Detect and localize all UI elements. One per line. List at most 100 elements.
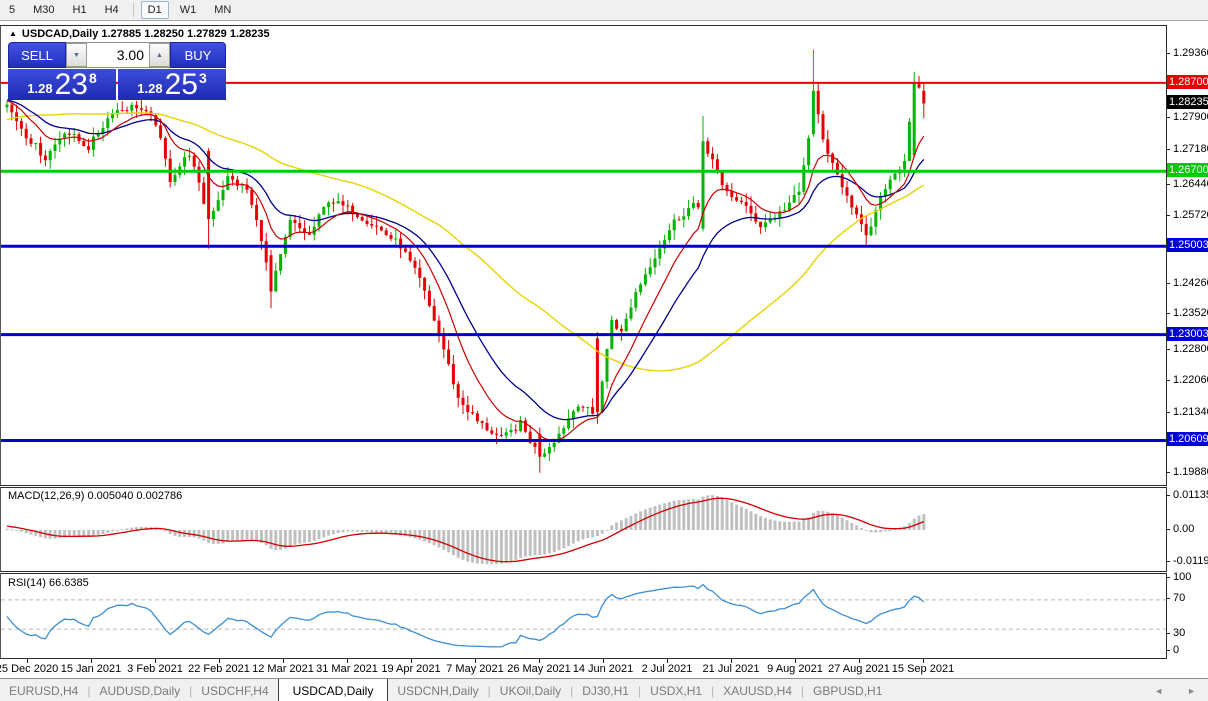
chart-tab-usdx-h1[interactable]: USDX,H1 (641, 679, 711, 701)
candle-body (673, 220, 676, 231)
chart-tab-audusd-daily[interactable]: AUDUSD,Daily (90, 679, 189, 701)
candle-body (759, 222, 762, 227)
candle-body (361, 217, 364, 221)
date-label: 26 May 2021 (507, 663, 571, 675)
candle-body (82, 141, 85, 146)
candle-body (908, 122, 911, 161)
candle-body (73, 134, 76, 135)
macd-bar (294, 530, 297, 545)
volume-input[interactable] (87, 43, 149, 67)
tab-scroll-left-button[interactable]: ◄ (1154, 679, 1163, 701)
macd-bar (697, 500, 700, 530)
tab-scroll-right-button[interactable]: ► (1187, 679, 1196, 701)
sell-price-button[interactable]: 1.28 23 8 (8, 69, 116, 100)
timeframe-button-d1[interactable]: D1 (141, 1, 169, 19)
timeframe-button-h1[interactable]: H1 (66, 1, 94, 19)
candle-body (802, 165, 805, 191)
macd-bar (476, 530, 479, 564)
candle-body (159, 125, 162, 138)
sell-price-main: 23 (55, 72, 88, 98)
volume-increase-button[interactable]: ▲ (149, 43, 170, 67)
macd-scale-label: 0.01135 (1173, 489, 1208, 501)
candle-body (44, 156, 47, 161)
chart-tab-usdcad-daily[interactable]: USDCAD,Daily (278, 679, 389, 701)
date-axis[interactable]: 25 Dec 202015 Jan 20213 Feb 202122 Feb 2… (0, 659, 1167, 677)
buy-price-prefix: 1.28 (137, 81, 162, 96)
rsi-panel[interactable] (0, 573, 1167, 659)
candle-body (812, 91, 815, 134)
candle-body (327, 203, 330, 207)
macd-bar (870, 530, 873, 532)
price-tick (1166, 53, 1170, 54)
macd-bar (610, 525, 613, 530)
chart-tab-xauusd-h4[interactable]: XAUUSD,H4 (714, 679, 801, 701)
candle-body (30, 138, 33, 144)
price-label: 1.27900 (1173, 111, 1208, 123)
candle-body (174, 175, 177, 182)
macd-label: MACD(12,26,9) 0.005040 0.002786 (8, 490, 182, 502)
macd-bar (452, 530, 455, 555)
candle-body (913, 82, 916, 155)
timeframe-button-mn[interactable]: MN (207, 1, 238, 19)
macd-bar (615, 522, 618, 530)
mt4-window: 5M30H1H4D1W1MN ▲USDCAD,Daily 1.27885 1.2… (0, 0, 1208, 701)
chart-tab-eurusd-h4[interactable]: EURUSD,H4 (0, 679, 87, 701)
macd-bar (711, 495, 714, 530)
macd-bar (553, 530, 556, 552)
macd-bar (841, 518, 844, 530)
macd-bar (846, 520, 849, 530)
chart-tab-usdcnh-daily[interactable]: USDCNH,Daily (388, 679, 487, 701)
candle-body (548, 447, 551, 453)
candle-body (265, 241, 268, 262)
candle-body (730, 191, 733, 197)
chart-tab-dj30-h1[interactable]: DJ30,H1 (573, 679, 638, 701)
macd-bar (111, 530, 114, 531)
candle-body (606, 349, 609, 382)
candle-body (438, 321, 441, 333)
macd-bar (884, 530, 887, 531)
macd-bar (73, 530, 76, 536)
macd-bar (606, 530, 609, 531)
candle-body (687, 208, 690, 216)
date-label: 27 Aug 2021 (828, 663, 890, 675)
macd-bar (6, 529, 9, 530)
candle-body (217, 200, 220, 211)
one-click-trading-panel: SELL ▼ ▲ BUY 1.28 23 8 1.28 25 3 (8, 42, 226, 100)
candle-body (145, 110, 148, 112)
macd-bar (116, 530, 119, 531)
chart-tab-ukoil-daily[interactable]: UKOil,Daily (491, 679, 570, 701)
collapse-panel-icon[interactable]: ▲ (9, 29, 17, 38)
price-axis[interactable]: 1.293601.286401.279001.271801.264401.257… (1167, 21, 1208, 661)
candle-body (188, 156, 191, 157)
buy-price-button[interactable]: 1.28 25 3 (118, 69, 226, 100)
macd-bar (548, 530, 551, 553)
volume-decrease-button[interactable]: ▼ (66, 43, 87, 67)
sell-button[interactable]: SELL (8, 42, 66, 68)
macd-bar (265, 530, 268, 545)
candle-body (10, 105, 13, 113)
candle-body (394, 239, 397, 240)
candle-body (807, 138, 810, 165)
macd-bar (438, 530, 441, 548)
candle-body (342, 201, 345, 205)
timeframe-button-h4[interactable]: H4 (98, 1, 126, 19)
candle-body (721, 172, 724, 185)
candle-body (654, 258, 657, 267)
candle-body (697, 203, 700, 207)
candle-body (793, 195, 796, 203)
buy-button[interactable]: BUY (170, 42, 226, 68)
candle-body (409, 252, 412, 261)
timeframe-button-w1[interactable]: W1 (173, 1, 204, 19)
timeframe-button-5[interactable]: 5 (2, 1, 22, 19)
candle-body (380, 227, 383, 231)
rsi-chart[interactable] (1, 574, 1166, 658)
chart-tab-usdchf-h4[interactable]: USDCHF,H4 (192, 679, 277, 701)
timeframe-button-m30[interactable]: M30 (26, 1, 61, 19)
price-tick (1166, 380, 1170, 381)
price-tick (1166, 577, 1170, 578)
macd-signal-line (7, 498, 924, 562)
macd-bar (673, 501, 676, 530)
chart-tab-gbpusd-h1[interactable]: GBPUSD,H1 (804, 679, 891, 701)
macd-bar (850, 523, 853, 530)
candle-body (644, 274, 647, 284)
